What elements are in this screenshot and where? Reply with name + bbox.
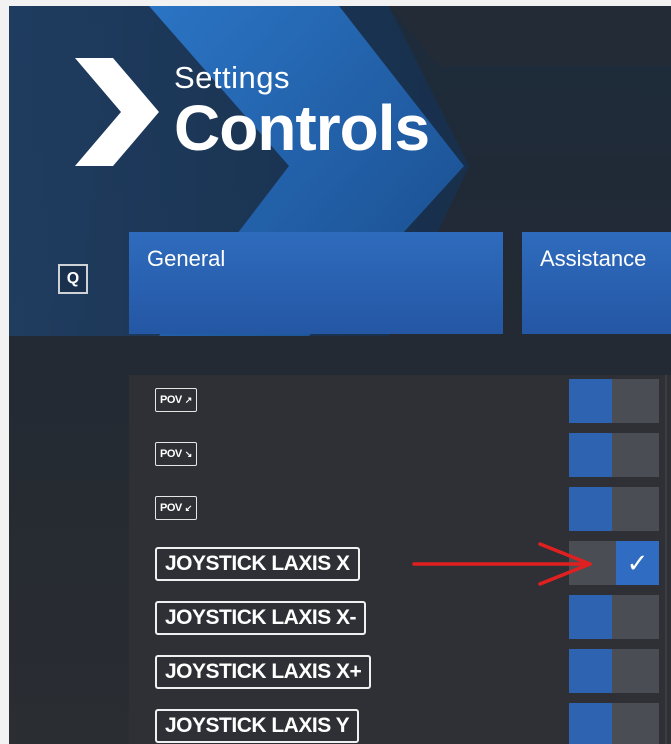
binding-toggle[interactable] (569, 433, 659, 477)
list-item: JOYSTICK LAXIS X- (129, 591, 671, 643)
tab-assistance[interactable]: Assistance (522, 232, 671, 334)
red-arrow-annotation (412, 542, 592, 586)
tab-assistance-label: Assistance (540, 246, 647, 271)
binding-toggle[interactable] (569, 649, 659, 693)
binding-toggle[interactable] (569, 703, 659, 744)
list-item: POV ↗ (129, 375, 671, 427)
arrow-icon: ↙ (184, 502, 193, 513)
list-item: JOYSTICK LAXIS Y (129, 699, 671, 744)
toggle-knob (569, 379, 612, 423)
screen: Settings Controls Q General Assistance P… (0, 0, 671, 744)
binding-toggle[interactable] (569, 595, 659, 639)
key-binding-label: JOYSTICK LAXIS X (155, 547, 360, 581)
top-border (0, 0, 671, 6)
toggle-knob: ✓ (616, 541, 659, 585)
key-binding-label: JOYSTICK LAXIS X+ (155, 655, 372, 689)
toggle-knob (569, 703, 612, 744)
toggle-knob (569, 487, 612, 531)
list-divider (665, 375, 667, 744)
key-binding-label: POV ↙ (155, 496, 197, 520)
key-binding-label: POV ↗ (155, 388, 197, 412)
toggle-knob (569, 433, 612, 477)
toggle-knob (569, 649, 612, 693)
binding-toggle[interactable] (569, 487, 659, 531)
title-block: Settings Controls (174, 60, 430, 164)
binding-toggle[interactable] (569, 379, 659, 423)
tab-general[interactable]: General (129, 232, 503, 334)
shortcut-key-q[interactable]: Q (58, 264, 88, 294)
page-title: Controls (174, 92, 430, 164)
key-binding-label: JOYSTICK LAXIS Y (155, 709, 360, 743)
key-binding-label: JOYSTICK LAXIS X- (155, 601, 367, 635)
list-item: POV ↘ (129, 429, 671, 481)
tab-general-label: General (147, 246, 226, 271)
toggle-knob (569, 595, 612, 639)
list-item: JOYSTICK LAXIS X+ (129, 645, 671, 697)
key-binding-label: POV ↘ (155, 442, 197, 466)
arrow-icon: ↗ (184, 394, 193, 405)
list-item: POV ↙ (129, 483, 671, 535)
settings-label: Settings (174, 60, 291, 95)
left-border (0, 0, 9, 744)
arrow-icon: ↘ (184, 448, 193, 459)
checkmark-icon: ✓ (626, 548, 649, 578)
